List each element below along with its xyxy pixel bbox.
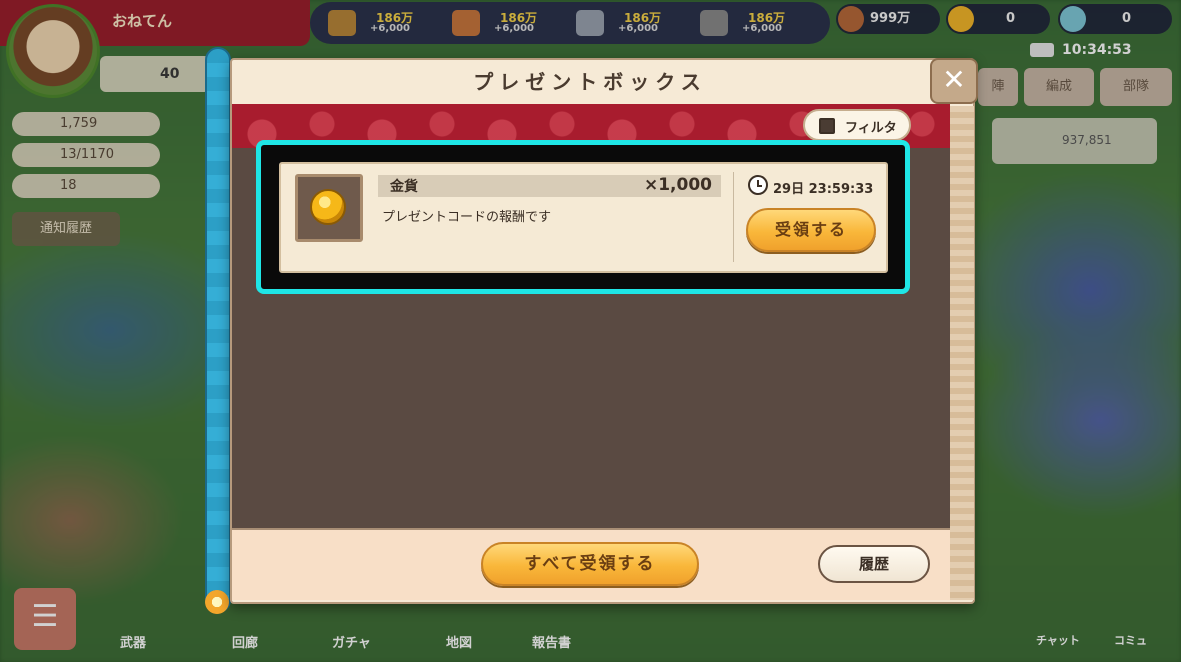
scroll-rod-decoration: [205, 47, 231, 613]
gold-coin-icon: [310, 189, 346, 225]
dialog-title: プレゼントボックス: [473, 70, 707, 94]
item-quantity: ×1,000: [643, 175, 712, 195]
history-button[interactable]: 履歴: [818, 545, 930, 583]
claim-button[interactable]: 受領する: [746, 208, 876, 252]
item-description: プレゼントコードの報酬です: [382, 210, 552, 225]
clock-icon: [748, 175, 768, 195]
close-button[interactable]: ✕: [930, 58, 978, 104]
filter-toggle[interactable]: フィルタ: [803, 109, 911, 141]
claim-all-button[interactable]: すべて受領する: [481, 542, 699, 586]
dialog-edge-decoration: [950, 106, 974, 600]
scroll-knob-icon: [205, 590, 229, 614]
item-expiry: 29日 23:59:33: [773, 182, 874, 197]
filter-label: フィルタ: [845, 121, 897, 136]
item-name: 金貨: [390, 179, 418, 195]
item-divider: [733, 172, 734, 262]
filter-checkbox-icon[interactable]: [819, 118, 835, 134]
